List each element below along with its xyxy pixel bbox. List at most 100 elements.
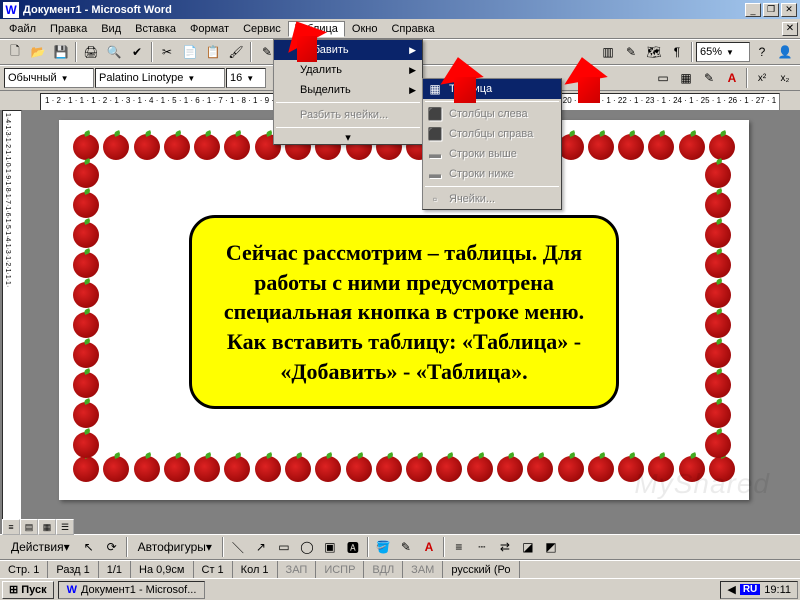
status-rec[interactable]: ЗАП (278, 561, 317, 578)
apple-decoration (497, 456, 523, 482)
apple-decoration (224, 134, 250, 160)
tray-icon[interactable]: ◀ (727, 583, 735, 596)
menu-file[interactable]: Файл (2, 21, 43, 37)
assistant-icon[interactable]: 👤 (774, 41, 796, 63)
menu-item-split-cells[interactable]: Разбить ячейки... (274, 105, 422, 125)
submenu-item-cells[interactable]: ▫ Ячейки... (423, 189, 561, 209)
cols-left-icon: ⬛ (427, 106, 443, 122)
3d-icon[interactable]: ◩ (540, 536, 562, 558)
clock[interactable]: 19:11 (764, 584, 791, 596)
normal-view-icon[interactable]: ≡ (2, 519, 20, 535)
textbox-icon[interactable]: ▣ (319, 536, 341, 558)
font-color-icon[interactable]: A (721, 67, 743, 89)
submenu-item-cols-left[interactable]: ⬛ Столбцы слева (423, 104, 561, 124)
subscript-icon[interactable]: x₂ (774, 67, 796, 89)
submenu-item-rows-above[interactable]: ▬ Строки выше (423, 144, 561, 164)
menu-format[interactable]: Формат (183, 21, 236, 37)
status-trk[interactable]: ИСПР (316, 561, 364, 578)
wordart-icon[interactable]: 🅰 (342, 536, 364, 558)
line-icon[interactable]: ＼ (227, 536, 249, 558)
apple-decoration (467, 456, 493, 482)
cut-icon[interactable]: ✂ (156, 41, 178, 63)
copy-icon[interactable]: 📄 (179, 41, 201, 63)
menu-item-select[interactable]: Выделить▶ (274, 80, 422, 100)
outline-view-icon[interactable]: ☰ (56, 519, 74, 535)
line-style-icon[interactable]: ≡ (448, 536, 470, 558)
menu-insert[interactable]: Вставка (128, 21, 183, 37)
apple-decoration (346, 456, 372, 482)
apple-decoration (224, 456, 250, 482)
border-icon[interactable]: ▦ (675, 67, 697, 89)
maximize-button[interactable]: ❐ (763, 3, 779, 17)
page-view-icon[interactable]: ▦ (38, 519, 56, 535)
format-painter-icon[interactable]: 🖌 (225, 41, 247, 63)
apple-decoration (73, 282, 99, 308)
print-icon[interactable]: 🖨 (80, 41, 102, 63)
shadow-icon[interactable]: ◪ (517, 536, 539, 558)
status-page: Стр. 1 (0, 561, 48, 578)
rows-below-icon: ▬ (427, 166, 443, 182)
menu-item-delete[interactable]: Удалить▶ (274, 60, 422, 80)
show-marks-icon[interactable]: ¶ (666, 41, 688, 63)
style-combo[interactable]: Обычный▼ (4, 68, 94, 88)
apple-decoration (73, 432, 99, 458)
font-color-icon-2[interactable]: A (418, 536, 440, 558)
line-color-icon[interactable]: ✎ (395, 536, 417, 558)
word-icon: W (67, 584, 77, 596)
paste-icon[interactable]: 📋 (202, 41, 224, 63)
web-view-icon[interactable]: ▤ (20, 519, 38, 535)
apple-decoration (134, 134, 160, 160)
menu-edit[interactable]: Правка (43, 21, 94, 37)
apple-decoration (709, 456, 735, 482)
workspace: 1·4·1·3·1·2·1·1·0·1·9·1·8·1·7·1·6·1·5·1·… (0, 110, 800, 535)
help-icon[interactable]: ? (751, 41, 773, 63)
view-buttons: ≡ ▤ ▦ ☰ (2, 519, 74, 535)
oval-icon[interactable]: ◯ (296, 536, 318, 558)
menu-window[interactable]: Окно (345, 21, 385, 37)
arrow-style-icon[interactable]: ⇄ (494, 536, 516, 558)
minimize-button[interactable]: _ (745, 3, 761, 17)
add-submenu-dropdown: ▦ Таблица ⬛ Столбцы слева ⬛ Столбцы спра… (422, 78, 562, 210)
status-ext[interactable]: ВДЛ (364, 561, 403, 578)
open-icon[interactable]: 📂 (27, 41, 49, 63)
apple-decoration (705, 192, 731, 218)
map-icon[interactable]: 🗺 (643, 41, 665, 63)
save-icon[interactable]: 💾 (50, 41, 72, 63)
actions-menu[interactable]: Действия ▾ (4, 536, 77, 558)
apple-decoration (255, 456, 281, 482)
submenu-item-cols-right[interactable]: ⬛ Столбцы справа (423, 124, 561, 144)
rotate-icon[interactable]: ⟳ (101, 536, 123, 558)
font-combo[interactable]: Palatino Linotype▼ (95, 68, 225, 88)
pen-icon[interactable]: ✎ (698, 67, 720, 89)
apple-decoration (73, 402, 99, 428)
status-language[interactable]: русский (Ро (443, 561, 519, 578)
drawing-icon[interactable]: ✎ (620, 41, 642, 63)
menu-expand-chevron[interactable]: ▾ (274, 130, 422, 144)
submenu-item-rows-below[interactable]: ▬ Строки ниже (423, 164, 561, 184)
rectangle-icon[interactable]: ▭ (273, 536, 295, 558)
arrow-icon[interactable]: ↗ (250, 536, 272, 558)
zoom-combo[interactable]: 65%▼ (696, 42, 750, 62)
language-indicator[interactable]: RU (740, 584, 760, 595)
spellcheck-icon[interactable]: ✔ (126, 41, 148, 63)
apple-decoration (588, 134, 614, 160)
dash-style-icon[interactable]: ┄ (471, 536, 493, 558)
preview-icon[interactable]: 🔍 (103, 41, 125, 63)
size-combo[interactable]: 16▼ (226, 68, 266, 88)
menu-help[interactable]: Справка (384, 21, 441, 37)
start-button[interactable]: ⊞Пуск (2, 581, 54, 599)
document-area[interactable]: Сейчас рассмотрим – таблицы. Для работы … (24, 110, 800, 535)
status-ovr[interactable]: ЗАМ (403, 561, 443, 578)
taskbar-task-word[interactable]: WДокумент1 - Microsof... (58, 581, 206, 599)
vertical-ruler[interactable]: 1·4·1·3·1·2·1·1·0·1·9·1·8·1·7·1·6·1·5·1·… (2, 110, 22, 535)
highlight-icon[interactable]: ▭ (652, 67, 674, 89)
new-doc-icon[interactable]: 🗋 (4, 41, 26, 63)
close-button[interactable]: ✕ (781, 3, 797, 17)
select-arrow-icon[interactable]: ↖ (78, 536, 100, 558)
menu-view[interactable]: Вид (94, 21, 128, 37)
superscript-icon[interactable]: x² (751, 67, 773, 89)
apple-decoration (705, 252, 731, 278)
mdi-close-button[interactable]: ✕ (782, 22, 798, 36)
autoshapes-menu[interactable]: Автофигуры ▾ (131, 536, 219, 558)
fill-color-icon[interactable]: 🪣 (372, 536, 394, 558)
